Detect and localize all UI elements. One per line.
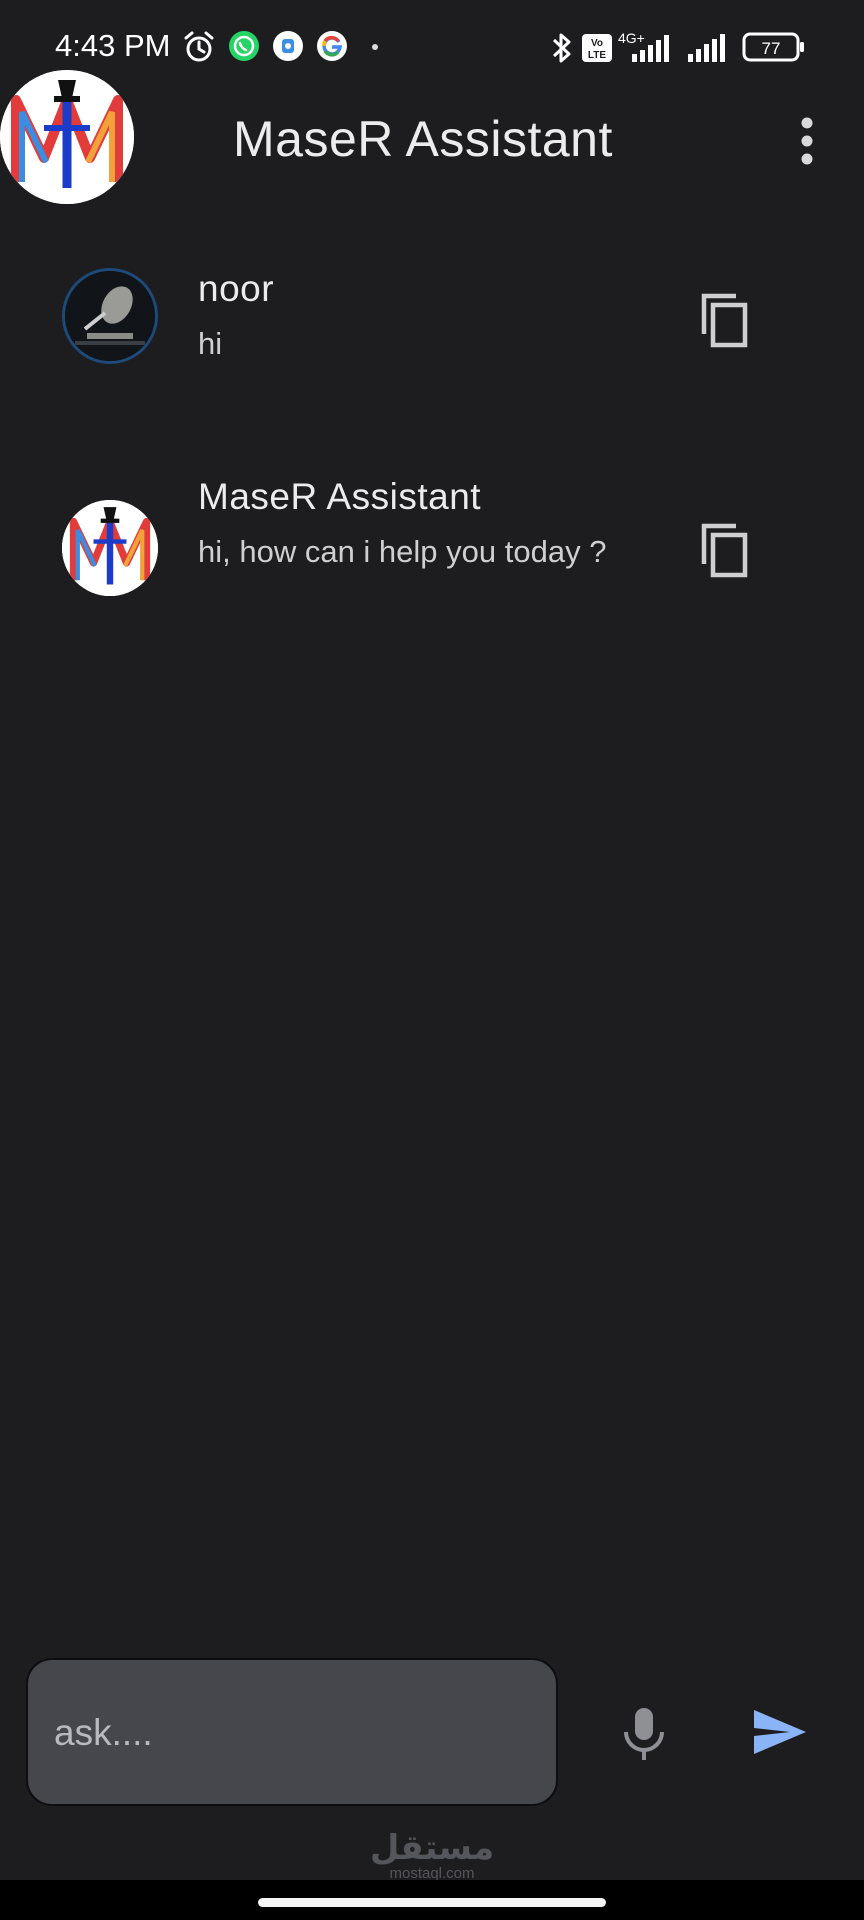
user-avatar-image [65, 271, 155, 361]
app-logo[interactable] [0, 70, 134, 204]
battery-icon: 77 [742, 32, 804, 62]
copy-button[interactable] [698, 520, 750, 580]
message-item: noor hi [0, 262, 864, 392]
message-input[interactable] [52, 1660, 536, 1806]
copy-button[interactable] [698, 290, 750, 350]
navigation-bar [0, 1880, 864, 1920]
battery-level: 77 [762, 39, 781, 58]
message-item: MaseR Assistant hi, how can i help you t… [0, 470, 864, 630]
app-notification-icon [273, 31, 303, 61]
google-icon [317, 31, 347, 61]
svg-text:LTE: LTE [588, 50, 606, 61]
app-title: MaseR Assistant [233, 111, 613, 167]
svg-text:Vo: Vo [591, 38, 603, 49]
message-sender: MaseR Assistant [198, 476, 482, 517]
message-text: hi [198, 326, 223, 361]
user-avatar [62, 268, 158, 364]
home-indicator[interactable] [258, 1898, 606, 1907]
app-bar: MaseR Assistant [0, 70, 864, 210]
watermark: مستقل mostaql.com [0, 1830, 864, 1882]
mic-icon [624, 1708, 664, 1760]
bluetooth-icon [552, 33, 571, 63]
signal-icon-secondary [688, 34, 725, 62]
status-time: 4:43 PM [55, 28, 171, 63]
assistant-avatar [62, 500, 158, 596]
maser-logo-icon [62, 500, 158, 596]
watermark-arabic: مستقل [369, 1828, 495, 1868]
whatsapp-icon [229, 31, 259, 61]
message-text: hi, how can i help you today ? [198, 534, 607, 569]
copy-icon [701, 293, 748, 348]
signal-icon [632, 35, 669, 62]
mic-button[interactable] [620, 1706, 668, 1762]
more-vert-icon [801, 117, 813, 165]
message-input-container [26, 1658, 558, 1806]
send-button[interactable] [752, 1708, 808, 1756]
copy-icon [701, 523, 748, 578]
maser-logo-icon [0, 70, 134, 204]
volte-icon: Vo LTE [582, 34, 612, 62]
more-options-button[interactable] [790, 116, 824, 166]
message-sender: noor [198, 268, 275, 309]
alarm-icon [184, 31, 214, 62]
send-icon [754, 1710, 806, 1754]
notification-dot [372, 44, 378, 50]
